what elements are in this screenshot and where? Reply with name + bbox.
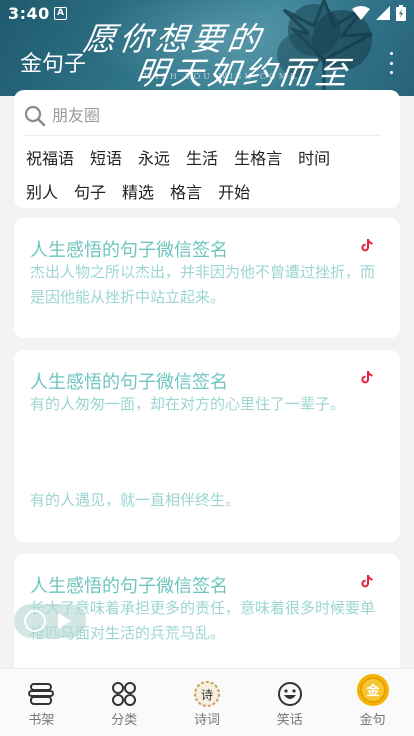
quote-text-secondary: 有的人遇见，就一直相伴终生。 [30,491,241,509]
tag-row-2: 别人 句子 精选 格言 开始 [26,174,396,208]
tag-item[interactable]: 精选 [122,179,154,203]
quote-title: 人生感悟的句子微信签名 [30,576,228,597]
notification-icon: A [54,7,67,20]
quote-title: 人生感悟的句子微信签名 [30,372,228,393]
tag-item[interactable]: 短语 [90,145,122,169]
nav-item-bookshelf[interactable]: 书架 [0,669,83,736]
tag-item[interactable]: 别人 [26,179,58,203]
nav-label: 金句 [359,713,386,728]
nav-item-joke[interactable]: 笑话 [248,669,331,736]
bottom-nav: 书架 分类 诗 诗词 笑话 金 金句 [0,668,414,736]
nav-label: 诗词 [193,713,220,728]
tag-item[interactable]: 生格言 [234,145,282,169]
nav-label: 笑话 [276,713,303,728]
more-menu-icon[interactable] [388,52,394,74]
bookshelf-icon [26,679,56,709]
nav-item-golden-sentence[interactable]: 金 金句 [331,669,414,736]
tiktok-icon[interactable] [360,370,374,384]
tag-item[interactable]: 永远 [138,145,170,169]
search-card: 祝福语 短语 永远 生活 生格言 时间 别人 句子 精选 格言 开始 [14,90,400,208]
quote-text: 杰出人物之所以杰出，并非因为他不曾遭过挫折，而是因他能从挫折中站立起来。 [30,263,376,306]
search-bar[interactable] [24,96,380,136]
quote-card[interactable]: 人生感悟的句子微信签名 有的人匆匆一面，却在对方的心里住了一辈子。 有的人遇见，… [14,350,400,542]
search-icon [24,105,46,126]
slogan-subtext: WISH YOU WISH COME [144,72,299,81]
nav-label: 分类 [111,713,138,728]
quote-title: 人生感悟的句子微信签名 [30,240,228,261]
nav-item-poetry[interactable]: 诗 诗词 [166,669,249,736]
tag-item[interactable]: 格言 [170,179,202,203]
tag-item[interactable]: 祝福语 [26,145,74,169]
poetry-glyph: 诗 [201,688,213,702]
header-banner: 3:40 A 愿你想要的 明天如约而至 WISH YOU WISH COME 金… [0,0,414,96]
tiktok-icon[interactable] [360,574,374,588]
header-slogan: 愿你想要的 明天如约而至 WISH YOU WISH COME [81,6,374,96]
signal-icon [376,6,390,20]
page-title: 金句子 [20,52,87,77]
tag-item[interactable]: 时间 [298,145,330,169]
poetry-icon: 诗 [192,679,222,709]
play-icon [58,613,71,629]
tag-row-1: 祝福语 短语 永远 生活 生格言 时间 [26,140,396,174]
coin-glyph: 金 [365,683,380,699]
battery-icon [396,5,406,21]
status-time: 3:40 [8,4,50,23]
headphone-icon [24,610,46,632]
category-icon [109,679,139,709]
quote-text: 有的人匆匆一面，却在对方的心里住了一辈子。 [30,395,346,413]
tag-item[interactable]: 开始 [218,179,250,203]
search-input[interactable] [52,106,352,125]
smile-icon [275,679,305,709]
quote-card[interactable]: 人生感悟的句子微信签名 杰出人物之所以杰出，并非因为他不曾遭过挫折，而是因他能从… [14,218,400,338]
audio-play-button[interactable] [14,604,86,638]
tag-item[interactable]: 句子 [74,179,106,203]
nav-item-category[interactable]: 分类 [83,669,166,736]
gold-coin-icon: 金 [356,673,390,707]
slogan-line-2: 明天如约而至 [133,54,355,92]
tiktok-icon[interactable] [360,238,374,252]
nav-label: 书架 [28,713,55,728]
tag-list: 祝福语 短语 永远 生活 生格言 时间 别人 句子 精选 格言 开始 [26,140,396,208]
tag-item[interactable]: 生活 [186,145,218,169]
